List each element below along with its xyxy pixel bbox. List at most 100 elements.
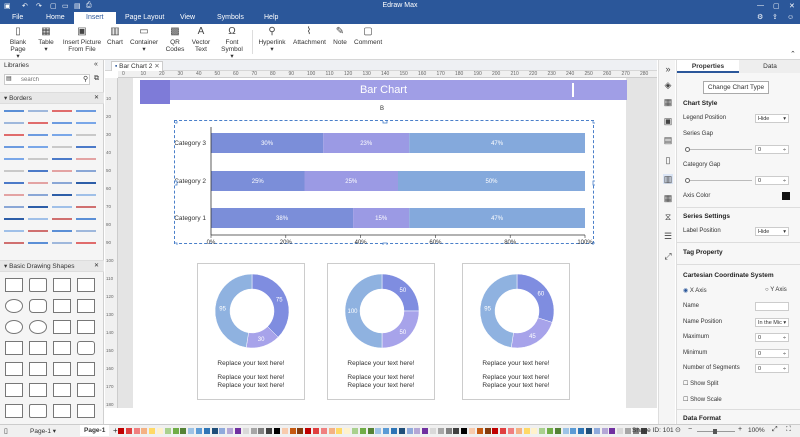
color-swatch[interactable] <box>305 428 312 434</box>
fullscreen-icon[interactable]: ⛶ <box>786 426 791 434</box>
zoom-handle[interactable] <box>713 429 717 434</box>
card-text-1b[interactable]: Replace your text here! <box>198 374 304 381</box>
stepper-icon[interactable]: ÷ <box>783 177 788 185</box>
label-position-select[interactable]: Hide ▾ <box>755 227 789 236</box>
border-line-shape[interactable] <box>76 170 96 172</box>
menu-symbols[interactable]: Symbols <box>215 12 246 24</box>
border-line-shape[interactable] <box>4 206 24 208</box>
color-swatch[interactable] <box>164 428 171 434</box>
basic-shapes-section-header[interactable]: ▾ Basic Drawing Shapes <box>0 260 104 272</box>
color-swatch[interactable] <box>235 428 241 434</box>
border-line-shape[interactable] <box>76 146 96 148</box>
basic-shape[interactable] <box>29 278 47 292</box>
basic-shape[interactable] <box>77 278 95 292</box>
page-select[interactable]: Page-1 ▾ <box>30 427 56 435</box>
minimum-field[interactable]: 0 ÷ <box>755 349 789 358</box>
donut-card-2[interactable]: 50 50 100 Replace your text here! Replace … <box>327 263 435 400</box>
basic-shape[interactable] <box>29 383 47 397</box>
card-text-1[interactable]: Replace your text here! <box>198 360 304 367</box>
border-line-shape[interactable] <box>4 218 24 220</box>
font-symbol-button[interactable]: Ω Font Symbol ▾ <box>219 27 245 61</box>
color-swatch[interactable] <box>118 428 124 434</box>
collapse-panel-icon[interactable]: « <box>94 61 98 68</box>
color-swatch[interactable] <box>601 428 608 434</box>
color-swatch[interactable] <box>461 428 468 434</box>
border-line-shape[interactable] <box>52 182 72 184</box>
axis-color-swatch[interactable] <box>782 192 790 200</box>
comment-button[interactable]: ▢ Comment <box>354 27 382 47</box>
color-swatch[interactable] <box>484 428 491 434</box>
card-text-2b[interactable]: Replace your text here! <box>328 374 434 381</box>
border-line-shape[interactable] <box>4 182 24 184</box>
basic-shape[interactable] <box>77 404 95 418</box>
color-swatch[interactable] <box>157 428 163 434</box>
border-line-shape[interactable] <box>52 122 72 124</box>
color-swatch[interactable] <box>570 428 577 434</box>
maximize-icon[interactable]: ▢ <box>773 2 780 10</box>
basic-shape[interactable] <box>53 278 71 292</box>
stepper-icon[interactable]: ÷ <box>783 365 788 373</box>
card-text-3c[interactable]: Replace your text here! <box>463 382 569 389</box>
card-text-3[interactable]: Replace your text here! <box>463 360 569 367</box>
color-swatch[interactable] <box>617 428 624 434</box>
search-input[interactable] <box>5 75 75 84</box>
color-swatch[interactable] <box>453 428 460 434</box>
color-swatch[interactable] <box>547 428 553 434</box>
menu-page-layout[interactable]: Page Layout <box>123 12 166 24</box>
card-text-2c[interactable]: Replace your text here! <box>328 382 434 389</box>
menu-home[interactable]: Home <box>44 12 67 24</box>
show-scale-checkbox[interactable]: ☐ Show Scale <box>683 396 722 403</box>
minimize-icon[interactable]: — <box>757 2 764 9</box>
menu-insert[interactable]: Insert <box>74 12 116 24</box>
border-line-shape[interactable] <box>76 182 96 184</box>
basic-shape[interactable] <box>29 299 47 313</box>
border-line-shape[interactable] <box>28 146 48 148</box>
basic-shape[interactable] <box>29 320 47 334</box>
border-line-shape[interactable] <box>52 146 72 148</box>
color-swatch[interactable] <box>398 428 405 434</box>
tab-bar-chart-2[interactable]: ▪ Bar Chart 2 ✕ <box>111 61 163 71</box>
page-view-icon[interactable]: ▯ <box>4 427 8 435</box>
color-swatch[interactable] <box>320 428 327 434</box>
donut-card-3[interactable]: 60 45 95 Replace your text here! Replace y… <box>462 263 570 400</box>
basic-shape[interactable] <box>77 362 95 376</box>
color-swatch[interactable] <box>367 428 374 434</box>
container-button[interactable]: ▭ Container ▾ <box>130 27 158 54</box>
color-swatch[interactable] <box>203 428 210 434</box>
border-line-shape[interactable] <box>4 242 24 244</box>
border-line-shape[interactable] <box>28 230 48 232</box>
border-line-shape[interactable] <box>52 170 72 172</box>
border-line-shape[interactable] <box>4 122 24 124</box>
category-gap-field[interactable]: 0 ÷ <box>755 176 789 185</box>
border-line-shape[interactable] <box>4 146 24 148</box>
list-icon[interactable]: ☰ <box>663 231 673 241</box>
library-manage-icon[interactable]: ⧉ <box>94 75 99 83</box>
basic-shape[interactable] <box>5 362 23 376</box>
color-swatch[interactable] <box>422 428 429 434</box>
border-line-shape[interactable] <box>52 206 72 208</box>
tab-properties[interactable]: Properties <box>677 60 739 73</box>
color-swatch[interactable] <box>313 428 319 434</box>
color-swatch[interactable] <box>562 428 569 434</box>
slider-handle[interactable] <box>685 178 690 183</box>
color-swatch[interactable] <box>359 428 366 434</box>
color-swatch[interactable] <box>188 428 195 434</box>
color-swatch[interactable] <box>593 428 600 434</box>
color-swatch[interactable] <box>469 428 475 434</box>
color-swatch[interactable] <box>196 428 202 434</box>
border-line-shape[interactable] <box>76 242 96 244</box>
close-section-icon[interactable]: ✕ <box>94 262 99 269</box>
border-line-shape[interactable] <box>52 134 72 136</box>
border-line-shape[interactable] <box>28 242 48 244</box>
drawing-canvas[interactable]: Bar Chart B Category 3 30% 23% 47% Category … <box>118 78 657 408</box>
border-line-shape[interactable] <box>76 218 96 220</box>
settings-icon[interactable]: ⚙ <box>755 12 765 24</box>
color-swatch[interactable] <box>180 428 187 434</box>
close-tab-icon[interactable]: ✕ <box>154 63 159 70</box>
fit-page-icon[interactable]: ⤢ <box>772 426 778 434</box>
color-swatch[interactable] <box>344 428 351 434</box>
y-axis-radio[interactable]: ○ Y Axis <box>765 287 787 293</box>
color-swatch[interactable] <box>492 428 499 434</box>
color-swatch[interactable] <box>352 428 358 434</box>
add-page-icon[interactable]: + <box>113 426 118 435</box>
